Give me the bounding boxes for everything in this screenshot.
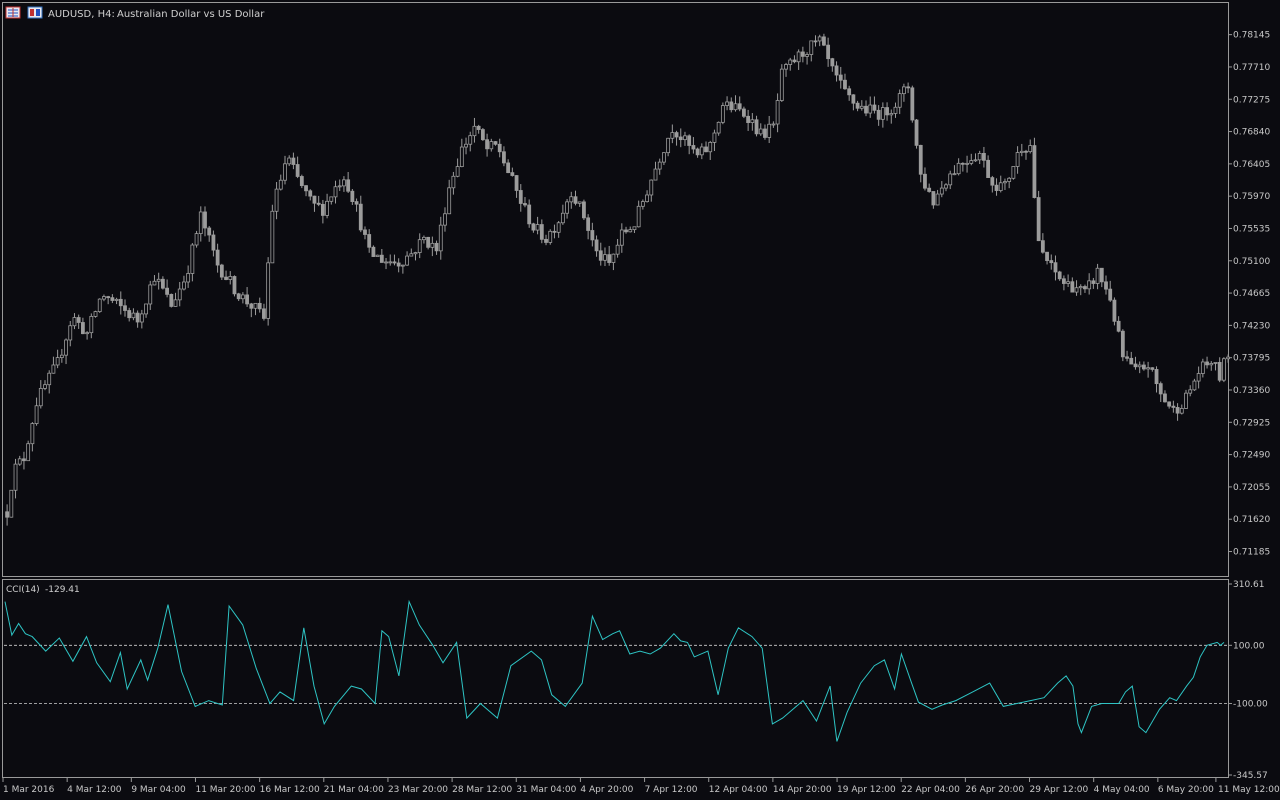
candle <box>426 236 431 250</box>
symbol-label: AUDUSD, H4: <box>48 9 115 20</box>
time-tick-label: 23 Mar 20:00 <box>388 785 448 795</box>
one-click-trading-icon[interactable] <box>27 6 43 19</box>
time-tick-label: 29 Apr 12:00 <box>1030 785 1089 795</box>
time-tick-label: 4 Apr 20:00 <box>580 785 633 795</box>
price-tick-label: 0.71185 <box>1233 548 1270 558</box>
candle <box>97 298 102 313</box>
price-tick-label: 0.72925 <box>1233 418 1270 428</box>
candle <box>194 230 199 248</box>
candle <box>1112 297 1117 326</box>
candle <box>720 102 725 125</box>
time-tick-label: 4 Mar 12:00 <box>67 785 122 795</box>
price-tick-label: 0.71620 <box>1233 515 1270 525</box>
price-tick-label: 0.73360 <box>1233 386 1270 396</box>
price-tick-label: 0.78145 <box>1233 31 1270 41</box>
time-tick-label: 9 Mar 04:00 <box>131 785 186 795</box>
indicator-value: -129.41 <box>45 585 80 595</box>
chart-grid-icon[interactable] <box>5 6 21 19</box>
chart-background <box>0 0 1280 800</box>
time-tick-label: 11 May 12:00 <box>1218 785 1280 795</box>
candle <box>9 489 14 518</box>
cci-tick-label: -100.00 <box>1233 700 1268 710</box>
time-tick-label: 4 May 04:00 <box>1094 785 1150 795</box>
candle <box>1032 137 1037 199</box>
candle <box>266 257 271 326</box>
price-tick-label: 0.75535 <box>1233 224 1270 234</box>
candle <box>548 229 553 245</box>
candle <box>1184 389 1188 410</box>
price-tick-label: 0.73795 <box>1233 354 1270 364</box>
candle <box>1011 166 1016 180</box>
candle <box>1036 190 1041 242</box>
price-tick-label: 0.76405 <box>1233 160 1270 170</box>
price-tick-label: 0.76840 <box>1233 128 1270 138</box>
time-tick-label: 31 Mar 04:00 <box>516 785 576 795</box>
time-tick-label: 28 Mar 12:00 <box>452 785 512 795</box>
time-tick-label: 1 Mar 2016 <box>3 785 55 795</box>
indicator-name: CCI(14) <box>6 585 40 595</box>
candle <box>232 275 237 297</box>
cci-tick-label: -345.57 <box>1233 771 1268 781</box>
time-tick-label: 19 Apr 12:00 <box>837 785 896 795</box>
time-tick-label: 22 Apr 04:00 <box>901 785 960 795</box>
candle <box>779 64 784 102</box>
candle <box>1221 357 1226 383</box>
symbol-description: Australian Dollar vs US Dollar <box>117 9 265 20</box>
price-tick-label: 0.77275 <box>1233 95 1270 105</box>
time-tick-label: 16 Mar 12:00 <box>260 785 320 795</box>
candle <box>910 85 915 123</box>
candle <box>914 119 919 149</box>
time-tick-label: 26 Apr 20:00 <box>965 785 1024 795</box>
candle <box>270 204 275 264</box>
cci-tick-label: 310.61 <box>1233 580 1265 590</box>
price-tick-label: 0.77710 <box>1233 63 1270 73</box>
chart-window[interactable]: 0.78145 0.77710 0.77275 0.76840 0.76405 0.759… <box>0 0 1280 800</box>
price-tick-label: 0.72055 <box>1233 483 1270 493</box>
time-tick-label: 6 May 20:00 <box>1158 785 1214 795</box>
candle <box>93 310 98 318</box>
candle <box>582 199 586 221</box>
price-tick-label: 0.74230 <box>1233 321 1270 331</box>
candle <box>169 293 174 308</box>
cci-tick-label: 100.00 <box>1233 641 1265 651</box>
candle <box>26 440 31 462</box>
time-tick-label: 21 Mar 04:00 <box>324 785 384 795</box>
candle <box>480 127 485 141</box>
price-tick-label: 0.72490 <box>1233 451 1270 461</box>
candle <box>375 254 380 257</box>
price-tick-label: 0.75100 <box>1233 257 1270 267</box>
time-tick-label: 12 Apr 04:00 <box>709 785 768 795</box>
candle <box>371 245 376 258</box>
time-tick-label: 14 Apr 20:00 <box>773 785 832 795</box>
price-tick-label: 0.74665 <box>1233 289 1270 299</box>
time-tick-label: 7 Apr 12:00 <box>645 785 698 795</box>
price-tick-label: 0.75970 <box>1233 192 1270 202</box>
candle <box>1120 329 1125 362</box>
time-tick-label: 11 Mar 20:00 <box>195 785 255 795</box>
